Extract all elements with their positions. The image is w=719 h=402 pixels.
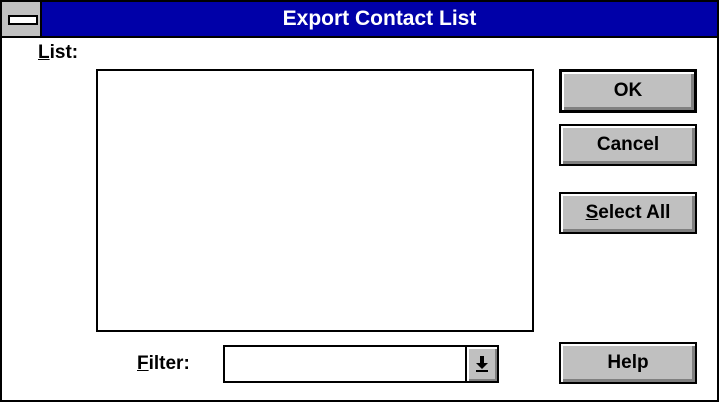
- list-label-rest: ist:: [49, 42, 79, 63]
- list-label: List:: [38, 42, 78, 64]
- select-all-mnemonic: S: [585, 202, 599, 223]
- ok-button[interactable]: OK: [559, 69, 697, 113]
- export-contact-list-dialog: Export Contact List List: OK Cancel Sele…: [0, 0, 719, 402]
- help-button[interactable]: Help: [559, 342, 697, 384]
- select-all-button[interactable]: Select All: [559, 192, 697, 234]
- system-menu-icon: [8, 15, 38, 25]
- filter-label-mnemonic: F: [137, 353, 149, 374]
- filter-dropdown-button[interactable]: [465, 347, 497, 381]
- system-menu-button[interactable]: [2, 2, 42, 36]
- dropdown-arrow-icon: [476, 356, 488, 372]
- filter-label-rest: ilter:: [148, 353, 190, 374]
- contact-listbox[interactable]: [96, 69, 534, 332]
- select-all-rest: elect All: [598, 202, 671, 223]
- cancel-button[interactable]: Cancel: [559, 124, 697, 166]
- title-bar[interactable]: Export Contact List: [2, 2, 717, 38]
- filter-combobox[interactable]: [223, 345, 499, 383]
- filter-label: Filter:: [137, 353, 190, 375]
- filter-input[interactable]: [225, 347, 463, 381]
- dialog-title: Export Contact List: [282, 7, 477, 30]
- list-label-mnemonic: L: [38, 42, 50, 63]
